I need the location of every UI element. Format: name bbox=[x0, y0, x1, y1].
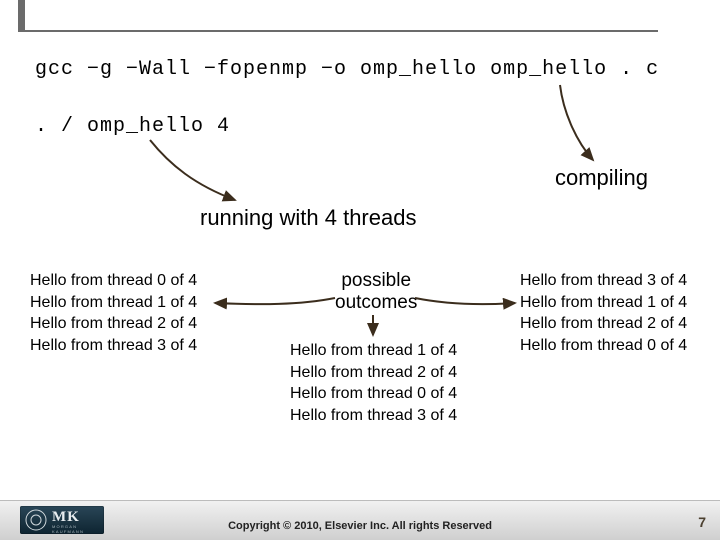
copyright-text: Copyright © 2010, Elsevier Inc. All righ… bbox=[0, 520, 720, 532]
page-number: 7 bbox=[698, 514, 706, 530]
arrow-possible-to-middle bbox=[0, 0, 720, 540]
